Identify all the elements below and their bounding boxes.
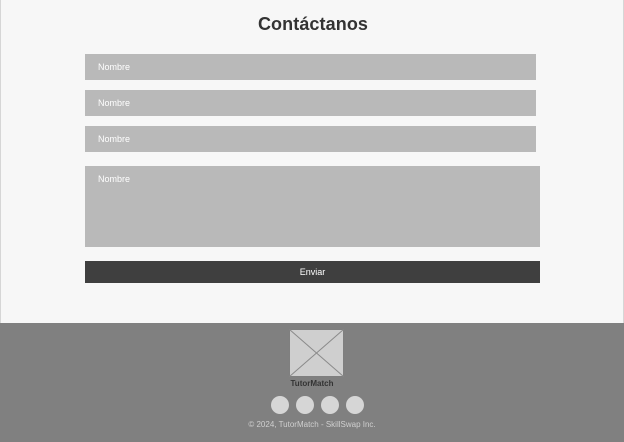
name-field-1[interactable]: [85, 54, 536, 80]
image-placeholder-icon: [289, 329, 344, 377]
message-textarea[interactable]: [85, 166, 540, 247]
social-icon-1[interactable]: [271, 396, 289, 414]
page-title: Contáctanos: [257, 14, 369, 34]
name-field-2[interactable]: [85, 90, 536, 116]
submit-button[interactable]: Enviar: [85, 261, 540, 283]
footer-brand: TutorMatch: [290, 379, 334, 388]
social-icon-2[interactable]: [296, 396, 314, 414]
copyright-text: © 2024, TutorMatch - SkillSwap Inc.: [248, 420, 376, 429]
social-icon-3[interactable]: [321, 396, 339, 414]
social-icon-4[interactable]: [346, 396, 364, 414]
social-links: [271, 396, 364, 414]
name-field-3[interactable]: [85, 126, 536, 152]
footer: TutorMatch © 2024, TutorMatch - SkillSwa…: [0, 323, 624, 442]
